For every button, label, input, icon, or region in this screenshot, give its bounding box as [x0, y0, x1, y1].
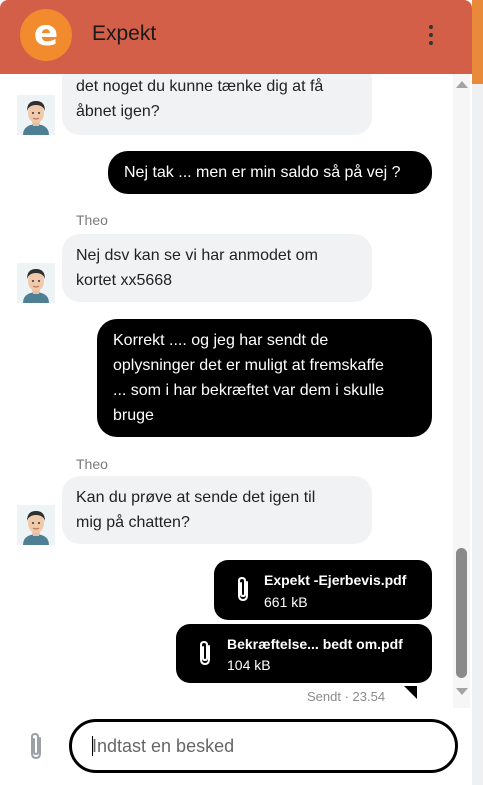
scrollbar[interactable]	[453, 74, 470, 708]
message-line: Nej dsv kan se vi har anmodet om	[76, 247, 318, 264]
message-input-box[interactable]	[69, 719, 458, 773]
paperclip-icon	[200, 640, 210, 666]
chat-title: Expekt	[92, 22, 157, 45]
message-line: bruge	[113, 407, 154, 424]
agent-avatar	[17, 505, 55, 545]
sender-name: Theo	[76, 212, 108, 228]
paperclip-icon[interactable]	[25, 730, 47, 762]
sender-name: Theo	[76, 456, 108, 472]
composer	[0, 708, 472, 785]
file-name: Bekræftelse... bedt om.pdf	[227, 636, 403, 652]
message-list[interactable]: det noget du kunne tænke dig at få åbnet…	[0, 74, 455, 708]
chat-window: e Expekt det noget du kunne tænke dig at…	[0, 0, 472, 785]
message-line: kortet xx5668	[76, 272, 173, 289]
scroll-down-arrow-icon[interactable]	[456, 688, 468, 695]
message-line: åbnet igen?	[76, 103, 160, 120]
message-line: Kan du prøve at sende det igen til	[76, 489, 316, 506]
message-line: mig på chatten?	[76, 514, 190, 531]
message-line: Korrekt .... og jeg har sendt de	[113, 332, 329, 349]
paperclip-icon	[238, 576, 248, 602]
logo-letter: e	[33, 13, 59, 54]
bubble-tail	[404, 686, 417, 699]
message-input[interactable]	[92, 722, 432, 770]
message-line: ... som i har bekræftet var dem i skulle	[113, 382, 385, 399]
file-attachment[interactable]: Expekt -Ejerbevis.pdf 661 kB	[214, 560, 432, 620]
sent-status: Sendt · 23.54	[307, 689, 386, 704]
window-edge	[472, 0, 483, 785]
message-bubble-incoming: Nej dsv kan se vi har anmodet om kortet …	[62, 234, 372, 302]
message-bubble-incoming: det noget du kunne tænke dig at få åbnet…	[62, 74, 372, 135]
message-bubble-outgoing: Nej tak ... men er min saldo så på vej ?	[108, 151, 432, 194]
agent-avatar	[17, 95, 55, 135]
expekt-logo: e	[20, 9, 72, 61]
message-bubble-outgoing: Korrekt .... og jeg har sendt de oplysni…	[97, 319, 432, 437]
chat-header: e Expekt	[0, 0, 472, 74]
message-line: Nej tak ... men er min saldo så på vej ?	[124, 164, 401, 181]
file-size: 104 kB	[227, 657, 271, 673]
file-name: Expekt -Ejerbevis.pdf	[264, 572, 407, 588]
agent-avatar	[17, 263, 55, 303]
message-bubble-incoming: Kan du prøve at sende det igen til mig p…	[62, 476, 372, 544]
edge-accent	[472, 0, 483, 84]
scroll-up-arrow-icon[interactable]	[456, 81, 468, 88]
kebab-menu-icon[interactable]	[420, 22, 442, 48]
file-size: 661 kB	[264, 594, 308, 610]
message-line: det noget du kunne tænke dig at få	[76, 78, 324, 95]
file-attachment[interactable]: Bekræftelse... bedt om.pdf 104 kB	[176, 624, 432, 683]
message-line: oplysninger det er muligt at fremskaffe	[113, 357, 384, 374]
scroll-thumb[interactable]	[456, 548, 467, 678]
